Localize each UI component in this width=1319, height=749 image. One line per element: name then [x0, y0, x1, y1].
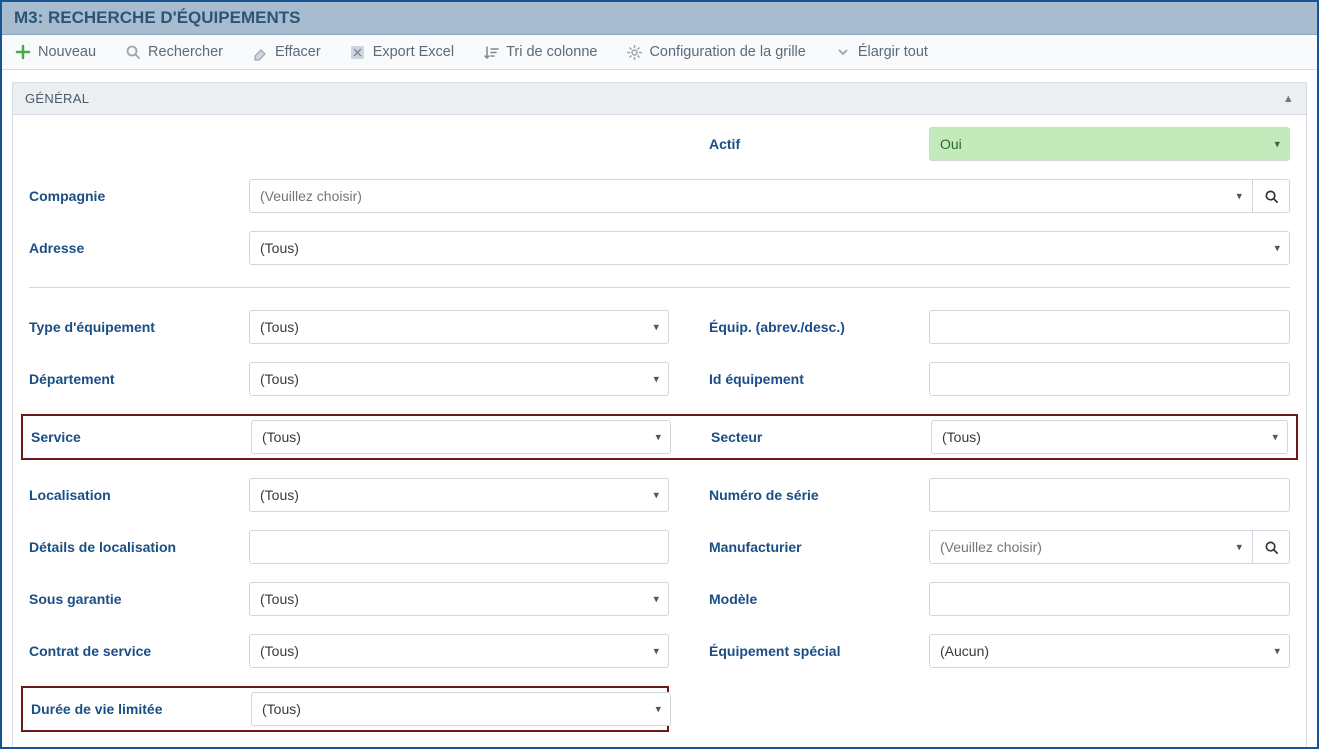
panel-body: Actif Oui Compagnie: [13, 115, 1306, 747]
toolbar-label: Tri de colonne: [506, 44, 597, 60]
type-equip-select[interactable]: (Tous): [249, 310, 669, 344]
effacer-button[interactable]: Effacer: [251, 43, 321, 61]
manufacturier-search-button[interactable]: [1252, 530, 1290, 564]
config-grille-button[interactable]: Configuration de la grille: [625, 43, 805, 61]
label-adresse: Adresse: [29, 240, 249, 256]
label-departement: Département: [29, 371, 249, 387]
actif-select[interactable]: Oui: [929, 127, 1290, 161]
panel-header[interactable]: GÉNÉRAL ▲: [13, 83, 1306, 115]
modele-input[interactable]: [929, 582, 1290, 616]
elargir-tout-button[interactable]: Élargir tout: [834, 43, 928, 61]
panel-title: GÉNÉRAL: [25, 91, 89, 106]
toolbar-label: Élargir tout: [858, 44, 928, 60]
details-loc-input[interactable]: [249, 530, 669, 564]
label-modele: Modèle: [709, 591, 929, 607]
adresse-select[interactable]: (Tous): [249, 231, 1290, 265]
label-service: Service: [31, 429, 251, 445]
chevron-down-icon: [834, 43, 852, 61]
label-id-equip: Id équipement: [709, 371, 929, 387]
gear-icon: [625, 43, 643, 61]
collapse-icon[interactable]: ▲: [1283, 93, 1294, 105]
toolbar-label: Rechercher: [148, 44, 223, 60]
toolbar-label: Configuration de la grille: [649, 44, 805, 60]
form-grid: Actif Oui Compagnie: [29, 127, 1290, 747]
localisation-select[interactable]: (Tous): [249, 478, 669, 512]
label-sous-garantie: Sous garantie: [29, 591, 249, 607]
label-compagnie: Compagnie: [29, 188, 249, 204]
toolbar-label: Effacer: [275, 44, 321, 60]
rechercher-button[interactable]: Rechercher: [124, 43, 223, 61]
label-equip-special: Équipement spécial: [709, 643, 929, 659]
secteur-select[interactable]: (Tous): [931, 420, 1288, 454]
sous-garantie-select[interactable]: (Tous): [249, 582, 669, 616]
sort-icon: [482, 43, 500, 61]
equip-abrev-input[interactable]: [929, 310, 1290, 344]
page-title: M3: RECHERCHE D'ÉQUIPEMENTS: [14, 8, 300, 27]
toolbar-label: Nouveau: [38, 44, 96, 60]
label-manufacturier: Manufacturier: [709, 539, 929, 555]
equip-special-select[interactable]: (Aucun): [929, 634, 1290, 668]
divider: [29, 287, 1290, 288]
eraser-icon: [251, 43, 269, 61]
highlight-service-secteur: Service (Tous) Secteur (Tous): [21, 414, 1298, 460]
search-icon: [124, 43, 142, 61]
excel-icon: [349, 43, 367, 61]
label-details-loc: Détails de localisation: [29, 539, 249, 555]
toolbar-label: Export Excel: [373, 44, 454, 60]
compagnie-search-button[interactable]: [1252, 179, 1290, 213]
label-duree-vie: Durée de vie limitée: [31, 701, 251, 717]
tri-colonne-button[interactable]: Tri de colonne: [482, 43, 597, 61]
highlight-duree-vie: Durée de vie limitée (Tous): [21, 686, 669, 732]
label-localisation: Localisation: [29, 487, 249, 503]
numero-serie-input[interactable]: [929, 478, 1290, 512]
title-bar: M3: RECHERCHE D'ÉQUIPEMENTS: [2, 2, 1317, 35]
label-actif: Actif: [709, 136, 929, 152]
compagnie-combo[interactable]: [249, 179, 1252, 213]
label-type-equip: Type d'équipement: [29, 319, 249, 335]
nouveau-button[interactable]: Nouveau: [14, 43, 96, 61]
id-equip-input[interactable]: [929, 362, 1290, 396]
toolbar: Nouveau Rechercher Effacer Export Excel …: [2, 35, 1317, 70]
plus-icon: [14, 43, 32, 61]
duree-vie-select[interactable]: (Tous): [251, 692, 671, 726]
app-window: M3: RECHERCHE D'ÉQUIPEMENTS Nouveau Rech…: [0, 0, 1319, 749]
label-secteur: Secteur: [711, 429, 931, 445]
manufacturier-combo[interactable]: [929, 530, 1252, 564]
label-numero-serie: Numéro de série: [709, 487, 929, 503]
contrat-service-select[interactable]: (Tous): [249, 634, 669, 668]
label-equip-abrev: Équip. (abrev./desc.): [709, 319, 929, 335]
content-area: GÉNÉRAL ▲ Actif Oui Compagnie: [2, 70, 1317, 747]
general-panel: GÉNÉRAL ▲ Actif Oui Compagnie: [12, 82, 1307, 747]
service-select[interactable]: (Tous): [251, 420, 671, 454]
departement-select[interactable]: (Tous): [249, 362, 669, 396]
label-contrat-service: Contrat de service: [29, 643, 249, 659]
export-excel-button[interactable]: Export Excel: [349, 43, 454, 61]
